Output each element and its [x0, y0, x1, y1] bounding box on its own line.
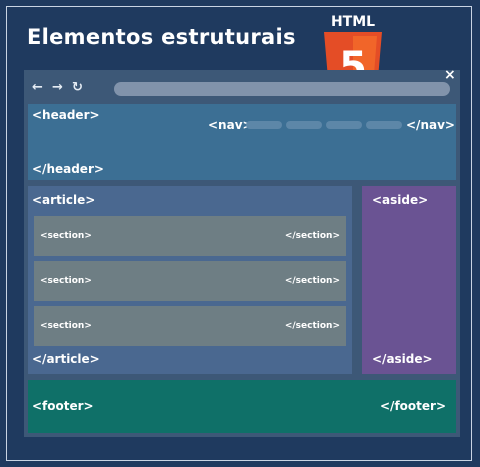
- nav-close-tag: </nav>: [406, 118, 455, 132]
- back-arrow-icon[interactable]: ←: [32, 80, 43, 95]
- header-block: <header> <nav> </nav> </header>: [28, 104, 456, 180]
- page-title: Elementos estruturais: [27, 25, 296, 49]
- section-close-tag: </section>: [284, 321, 340, 331]
- article-close-tag: </article>: [32, 352, 100, 366]
- section-open-tag: <section>: [40, 231, 92, 241]
- aside-block: <aside> </aside>: [362, 186, 456, 374]
- nav-link-placeholder: [326, 121, 362, 129]
- forward-arrow-icon[interactable]: →: [52, 80, 63, 95]
- address-bar[interactable]: [114, 82, 450, 96]
- section-close-tag: </section>: [284, 276, 340, 286]
- section-open-tag: <section>: [40, 276, 92, 286]
- section-block: <section> </section>: [34, 261, 346, 301]
- section-close-tag: </section>: [284, 231, 340, 241]
- header-open-tag: <header>: [32, 108, 100, 122]
- section-open-tag: <section>: [40, 321, 92, 331]
- nav-link-placeholder: [286, 121, 322, 129]
- article-open-tag: <article>: [32, 193, 96, 207]
- nav-link-placeholder: [366, 121, 402, 129]
- footer-open-tag: <footer>: [32, 399, 94, 413]
- article-block: <article> <section> </section> <section>…: [28, 186, 352, 374]
- footer-block: <footer> </footer>: [28, 380, 456, 433]
- browser-window: ← → ↻ × <header> <nav> </nav> </header> …: [24, 67, 460, 437]
- html5-logo-text: HTML: [330, 14, 376, 30]
- section-block: <section> </section>: [34, 306, 346, 346]
- reload-icon[interactable]: ↻: [72, 80, 83, 95]
- aside-open-tag: <aside>: [372, 193, 429, 207]
- header-close-tag: </header>: [32, 162, 104, 176]
- nav-link-placeholder: [246, 121, 282, 129]
- browser-toolbar: ← → ↻ ×: [24, 67, 460, 104]
- footer-close-tag: </footer>: [380, 399, 446, 413]
- close-icon[interactable]: ×: [444, 67, 456, 83]
- section-block: <section> </section>: [34, 216, 346, 256]
- aside-close-tag: </aside>: [372, 352, 433, 366]
